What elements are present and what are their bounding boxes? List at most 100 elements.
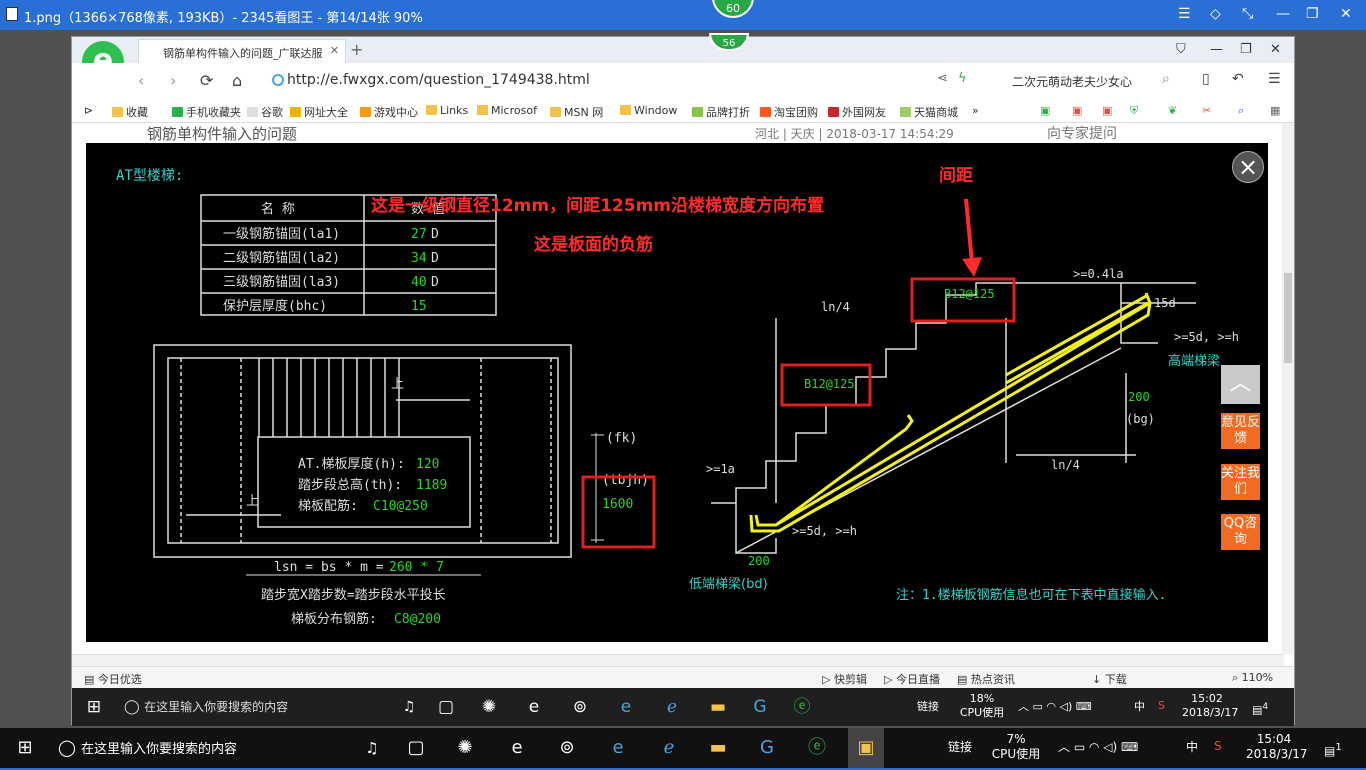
tab-question[interactable]: 钢筋单构件输入的问题_广联达服 ✕	[138, 39, 346, 63]
task-view-icon[interactable]: ▢	[434, 688, 458, 726]
bookmark-item[interactable]: 外国网友	[828, 104, 886, 120]
ime-indicator[interactable]: 中	[1134, 700, 1145, 714]
phone-icon[interactable]: ▯	[1202, 71, 1210, 87]
ie-blue-icon[interactable]: ℯ	[657, 728, 681, 768]
inner-search-box[interactable]: ◯ 在这里输入你要搜索的内容	[124, 688, 288, 726]
forward-icon[interactable]: ›	[170, 71, 176, 90]
notification-icon[interactable]: ▤1	[1324, 740, 1342, 759]
glodon-icon[interactable]: G	[755, 728, 779, 768]
bookmark-item[interactable]: 网址大全	[290, 104, 348, 120]
refresh-icon[interactable]: ⟳	[200, 71, 213, 90]
shrink-icon[interactable]: ⤡	[1242, 6, 1253, 22]
clock[interactable]: 15:02 2018/3/17	[1182, 692, 1238, 720]
bookmark-item[interactable]: 品牌打折	[692, 104, 750, 120]
fan-icon[interactable]: ✺	[453, 728, 477, 768]
link-label[interactable]: 链接	[917, 700, 939, 714]
notification-icon[interactable]: ▤4	[1252, 700, 1268, 718]
restore-icon[interactable]: ❐	[1240, 42, 1252, 57]
follow-button[interactable]: 关注我们	[1221, 464, 1260, 500]
tray-icons[interactable]: ︿ ▭ ◠ ◁) ⌨	[1018, 700, 1092, 714]
folder-icon[interactable]: ▬	[706, 728, 730, 768]
link-label[interactable]: 链接	[948, 740, 972, 755]
fan-icon[interactable]: ✺	[477, 688, 501, 726]
search-input[interactable]: 二次元萌动老夫少女心	[1012, 73, 1132, 90]
bookmark-item[interactable]: 收藏	[112, 104, 148, 120]
ie-icon[interactable]: e	[505, 728, 529, 768]
vertical-scrollbar[interactable]	[1282, 123, 1294, 654]
clock[interactable]: 15:04 2018/3/17	[1246, 732, 1308, 762]
ie-icon[interactable]: e	[522, 688, 546, 726]
taskbar-search-box[interactable]: ◯ 在这里输入你要搜索的内容	[58, 728, 237, 768]
shield-icon[interactable]: ⛨	[1130, 104, 1138, 118]
bookmark-item[interactable]: 谷歌	[247, 104, 283, 120]
discount-icon[interactable]: ▣	[1102, 104, 1112, 117]
status-item[interactable]: ▷ 快剪辑	[822, 671, 867, 687]
status-item[interactable]: ↓ 下载	[1092, 671, 1127, 687]
minimize-icon[interactable]: —	[1276, 6, 1290, 22]
ie-blue-icon[interactable]: ℯ	[660, 688, 684, 726]
browser-2345-icon[interactable]: ⓔ	[790, 688, 814, 726]
apps-icon[interactable]: ▦	[1270, 104, 1280, 117]
bookmark-item[interactable]: Links	[426, 104, 468, 117]
lightbox-close-button[interactable]: ×	[1232, 151, 1264, 183]
bookmark-item[interactable]: 天猫商城	[900, 104, 958, 120]
more-bookmarks-icon[interactable]: »	[972, 104, 979, 117]
ime-indicator[interactable]: 中	[1186, 740, 1198, 755]
menu-icon[interactable]: ☰	[1178, 6, 1191, 22]
mic-icon[interactable]: ♫	[397, 688, 421, 726]
tray-icons[interactable]: ︿ ▭ ◠ ◁) ⌨	[1058, 740, 1138, 755]
windows-start-icon[interactable]: ⊞	[82, 688, 106, 726]
glodon-icon[interactable]: G	[748, 688, 772, 726]
back-icon[interactable]: ‹	[138, 71, 144, 90]
browser360-icon[interactable]: ⊚	[555, 728, 579, 768]
scroll-thumb[interactable]	[1284, 273, 1292, 363]
scissors-icon[interactable]: ✂	[1202, 104, 1211, 117]
status-item[interactable]: ▤ 热点资讯	[957, 671, 1015, 687]
task-view-icon[interactable]: ▢	[404, 728, 428, 768]
bookmarks-toggle-icon[interactable]: ⊳	[84, 104, 93, 117]
reader-icon[interactable]: ▣	[1040, 104, 1050, 117]
edge-icon[interactable]: e	[606, 728, 630, 768]
zoom-level[interactable]: ⌕ 110%	[1232, 671, 1273, 685]
bookmark-item[interactable]: Window	[620, 104, 677, 117]
home-icon[interactable]: ⌂	[232, 71, 242, 90]
browser-2345-icon[interactable]: ⓔ	[805, 728, 829, 768]
bolt-icon[interactable]: ϟ	[958, 71, 967, 86]
bookmark-item[interactable]: 手机收藏夹	[172, 104, 241, 120]
folder-icon[interactable]: ▬	[706, 688, 730, 726]
leaf-icon[interactable]: ❦	[1168, 104, 1177, 117]
bookmark-item[interactable]: 淘宝团购	[760, 104, 818, 120]
undo-icon[interactable]: ↶	[1232, 71, 1244, 87]
url-input[interactable]: http://e.fwxgx.com/question_1749438.html	[287, 72, 590, 88]
search-icon[interactable]: ⌕	[1238, 104, 1244, 118]
status-item[interactable]: ▷ 今日直播	[884, 671, 940, 687]
sogou-icon[interactable]: S	[1214, 739, 1222, 754]
edge-icon[interactable]: e	[614, 688, 638, 726]
sogou-icon[interactable]: S	[1158, 699, 1165, 713]
tab-close-icon[interactable]: ✕	[330, 44, 339, 57]
horizontal-scrollbar[interactable]	[72, 654, 1284, 666]
image-viewer-icon[interactable]: ▣	[848, 728, 884, 768]
scroll-top-button[interactable]: ︿	[1221, 365, 1260, 404]
skin-icon[interactable]: ◇	[1210, 6, 1221, 22]
menu-icon[interactable]: ☰	[1268, 71, 1281, 87]
qq-button[interactable]: QQ咨询	[1221, 514, 1260, 550]
close-icon[interactable]: ✕	[1340, 6, 1352, 22]
windows-start-icon[interactable]: ⊞	[10, 728, 40, 768]
bookmark-item[interactable]: MSN 网	[550, 104, 603, 120]
minimize-icon[interactable]: —	[1210, 42, 1223, 57]
feedback-button[interactable]: 意见反馈	[1221, 413, 1260, 449]
tv-icon[interactable]: ▣	[1072, 104, 1082, 117]
mic-icon[interactable]: ♫	[360, 728, 384, 768]
new-tab-icon[interactable]: +	[350, 40, 363, 59]
search-icon[interactable]: ⌕	[1162, 71, 1170, 87]
share-icon[interactable]: ⋖	[937, 71, 948, 86]
ask-expert-link[interactable]: 向专家提问	[1047, 123, 1117, 143]
bookmark-item[interactable]: 游戏中心	[360, 104, 418, 120]
close-icon[interactable]: ✕	[1270, 42, 1281, 57]
restore-icon[interactable]: ❐	[1306, 6, 1319, 22]
shirt-icon[interactable]: ⛉	[1176, 42, 1186, 57]
status-left[interactable]: ▤ 今日优选	[84, 671, 142, 687]
bookmark-item[interactable]: Microsof	[477, 104, 537, 117]
browser360-icon[interactable]: ⊚	[568, 688, 592, 726]
